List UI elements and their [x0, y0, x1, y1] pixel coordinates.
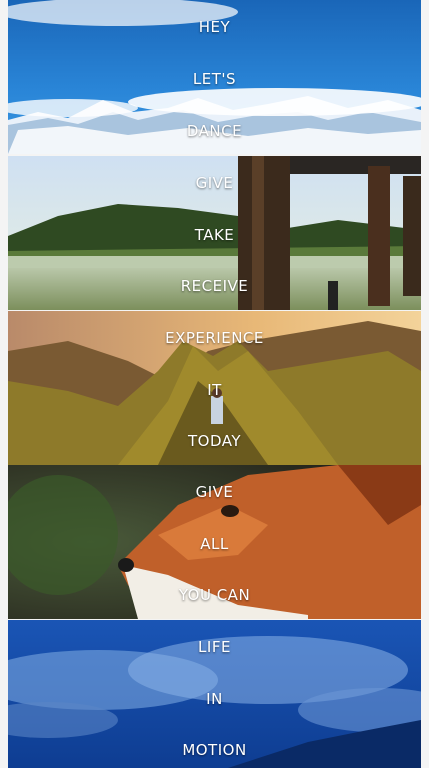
panel-lake: GIVE TAKE RECEIVE [8, 156, 421, 310]
panel-mountains: HEY LET'S DANCE [8, 0, 421, 154]
panel-word: LIFE [198, 638, 231, 656]
panel-word: RECEIVE [180, 277, 249, 295]
panel-word: IT [207, 381, 222, 399]
panel-word: MOTION [182, 741, 247, 759]
panel-word: TAKE [194, 226, 235, 244]
panel-fox: GIVE ALL YOU CAN [8, 465, 421, 619]
panel-word: YOU CAN [178, 586, 251, 604]
panel-word: DANCE [186, 122, 243, 140]
panel-word: LET'S [192, 70, 237, 88]
panel-stack: HEY LET'S DANCE GIVE TAKE RECEIVE EXPERI… [8, 0, 421, 768]
panel-word: GIVE [195, 483, 234, 501]
panel-sky: LIFE IN MOTION [8, 620, 421, 768]
panel-word: HEY [198, 18, 231, 36]
panel-word: IN [206, 690, 223, 708]
panel-word: GIVE [195, 174, 234, 192]
panel-word: TODAY [187, 432, 241, 450]
panel-word: ALL [200, 535, 229, 553]
panel-word: EXPERIENCE [165, 329, 264, 347]
scrollbar[interactable] [421, 0, 429, 768]
panel-ridge: EXPERIENCE IT TODAY [8, 311, 421, 465]
